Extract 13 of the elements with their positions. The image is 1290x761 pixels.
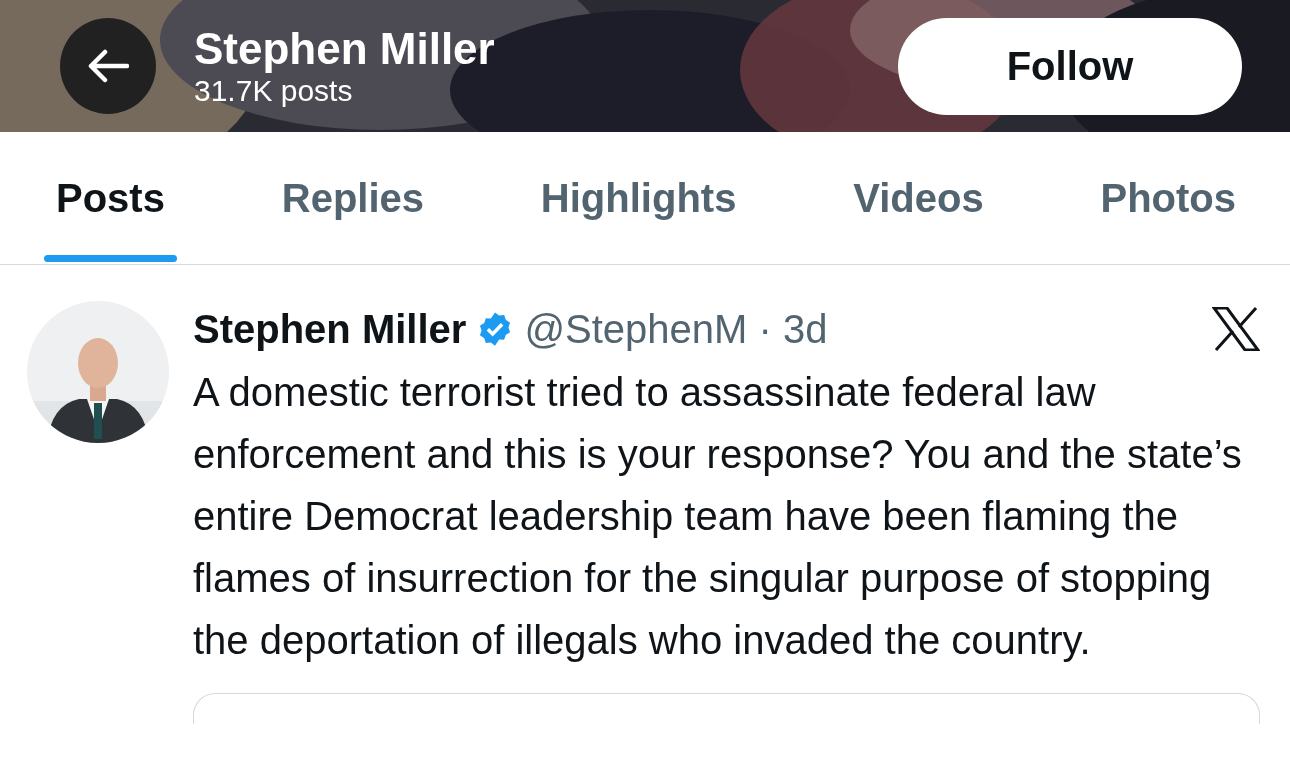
profile-tab[interactable]: Replies (269, 132, 437, 264)
back-arrow-icon (87, 49, 129, 83)
profile-tab[interactable]: Highlights (528, 132, 749, 264)
profile-tab[interactable]: Photos (1088, 132, 1248, 264)
profile-tab[interactable]: Posts (44, 132, 177, 264)
post-count: 31.7K posts (194, 74, 354, 108)
post-text: A domestic terrorist tried to assassinate federal law enforcement and this is your response? You and the state’s entire Democrat leadership team have been flaming the flames of insurrection for the singular purpose of stopping the deportation of illegals who invaded the country. (193, 369, 1243, 664)
x-logo-icon (1212, 307, 1260, 351)
profile-tab[interactable]: Videos (841, 132, 996, 264)
author-name: Stephen Miller (193, 306, 467, 352)
profile-name: Stephen Miller (194, 24, 496, 74)
follow-button[interactable]: Follow (898, 17, 1242, 115)
post-meta: @StephenM · 3d (524, 306, 829, 352)
